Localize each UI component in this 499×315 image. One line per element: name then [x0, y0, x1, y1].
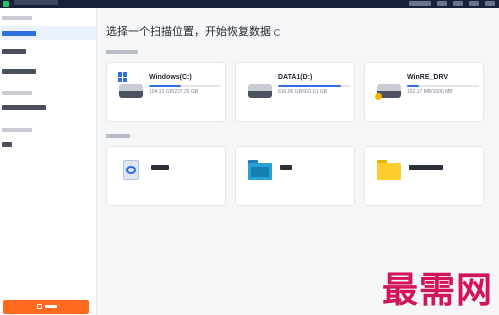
sidebar-item-other[interactable]: [0, 137, 96, 151]
windows-drive-icon: [118, 72, 143, 98]
title-bar: [0, 0, 499, 8]
sidebar-item-local[interactable]: [0, 26, 96, 40]
app-logo-icon: [3, 1, 9, 7]
drive-usage-bar: [407, 85, 479, 87]
refresh-icon[interactable]: [274, 29, 281, 36]
sidebar-group-label: [2, 128, 32, 132]
drive-name: Windows(C:): [149, 74, 192, 81]
drive-usage-bar: [149, 85, 221, 87]
recycle-bin-icon: [120, 158, 142, 182]
desktop-folder-icon: [248, 160, 272, 180]
app-title: [14, 0, 58, 5]
maximize-button[interactable]: [469, 1, 479, 6]
lock-icon: [37, 304, 42, 309]
sidebar: [0, 8, 97, 315]
folder-label: [151, 165, 169, 170]
sidebar-group-label: [2, 91, 32, 95]
recover-button-label: [45, 305, 57, 308]
minimize-button[interactable]: [453, 1, 463, 6]
drive-name: DATA1(D:): [278, 74, 313, 81]
folder-card-desktop[interactable]: [235, 146, 355, 206]
settings-icon[interactable]: [437, 1, 447, 6]
titlebar-controls: [409, 1, 495, 6]
locations-section-label: [106, 134, 130, 138]
drive-card-winre[interactable]: WinRE_DRV 162.17 MB/1000 MB: [364, 62, 484, 122]
hard-drive-icon: [248, 80, 272, 98]
sidebar-item-sd[interactable]: [0, 44, 96, 58]
sidebar-group-label: [2, 16, 32, 20]
drives-section-label: [106, 50, 138, 54]
page-title: 选择一个扫描位置，开始恢复数据: [106, 23, 281, 39]
drive-usage-bar: [278, 85, 350, 87]
folder-label: [280, 165, 292, 170]
titlebar-menu-button[interactable]: [409, 1, 431, 6]
drive-card-c[interactable]: Windows(C:) 104.13 GB/237.25 GB: [106, 62, 226, 122]
hard-drive-warning-icon: [375, 80, 401, 100]
folder-card-recycle-bin[interactable]: [106, 146, 226, 206]
watermark: 最需网: [382, 269, 494, 311]
recover-button[interactable]: [3, 300, 89, 314]
folder-label: [409, 165, 443, 170]
drive-name: WinRE_DRV: [407, 74, 449, 81]
sidebar-item-nas[interactable]: [0, 64, 96, 78]
drive-card-d[interactable]: DATA1(D:) 816.06 GB/931.51 GB: [235, 62, 355, 122]
sidebar-item-recent[interactable]: [0, 100, 96, 114]
drive-size: 104.13 GB/237.25 GB: [149, 89, 199, 95]
drive-size: 816.06 GB/931.51 GB: [278, 89, 328, 95]
folder-icon: [377, 160, 401, 180]
drive-size: 162.17 MB/1000 MB: [407, 89, 453, 95]
close-button[interactable]: [485, 1, 495, 6]
folder-card-choose[interactable]: [364, 146, 484, 206]
